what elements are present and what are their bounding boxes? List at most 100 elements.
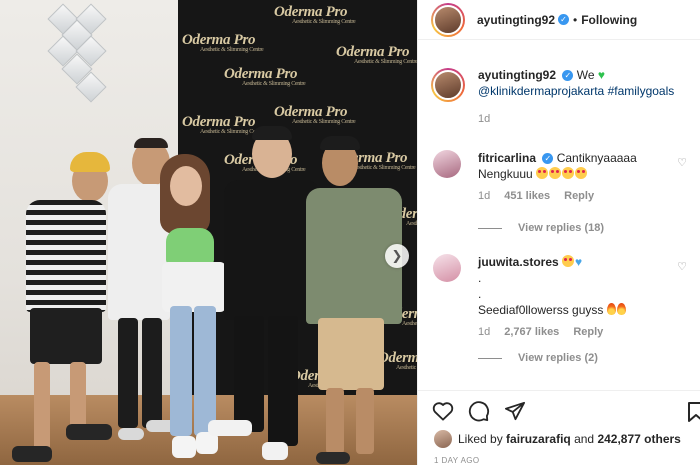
liked-by-prefix: Liked by bbox=[458, 432, 503, 446]
sneaker bbox=[172, 436, 196, 458]
jeans-leg bbox=[194, 306, 216, 436]
leg bbox=[268, 316, 298, 446]
comment-item: juuwita.stores ♥ . . Seediaf0llowerss gu… bbox=[418, 254, 700, 364]
comment-username[interactable]: juuwita.stores bbox=[478, 255, 559, 269]
post-photo[interactable]: Oderma Pro Aesthetic & Slimming Centre Od… bbox=[0, 0, 417, 465]
post-header: ayutingting92 ✓ • Following bbox=[418, 0, 700, 40]
hair bbox=[252, 126, 292, 140]
verified-badge-icon: ✓ bbox=[562, 70, 574, 81]
view-replies-label: View replies (2) bbox=[518, 352, 598, 364]
brand-logo: Oderma ProAesthetic & Slimming Centre bbox=[336, 44, 417, 65]
reply-button[interactable]: Reply bbox=[564, 190, 594, 202]
avatar[interactable] bbox=[433, 150, 461, 178]
comment-likes[interactable]: 2,767 likes bbox=[504, 326, 559, 338]
header-username[interactable]: ayutingting92 bbox=[477, 13, 555, 27]
avatar[interactable] bbox=[433, 254, 461, 282]
like-comment-heart-icon[interactable]: ♡ bbox=[677, 260, 687, 273]
comment-likes[interactable]: 451 likes bbox=[504, 190, 550, 202]
post-caption: ayutingting92 ✓ We ♥ @klinikdermaprojaka… bbox=[418, 41, 700, 136]
comment-line: . bbox=[478, 287, 482, 301]
striped-shirt bbox=[26, 200, 106, 312]
comment-time[interactable]: 1d bbox=[478, 326, 490, 338]
replies-divider bbox=[478, 227, 502, 229]
leg bbox=[142, 318, 162, 428]
caption-text-block: ayutingting92 ✓ We ♥ @klinikdermaprojaka… bbox=[478, 67, 687, 99]
avatar[interactable] bbox=[431, 2, 465, 37]
share-paper-plane-icon[interactable] bbox=[504, 401, 526, 421]
head bbox=[170, 166, 202, 206]
heart-eyes-emoji-icon bbox=[536, 167, 588, 181]
avatar[interactable] bbox=[431, 68, 465, 102]
blue-heart-icon: ♥ bbox=[575, 255, 583, 269]
khaki-shorts bbox=[318, 318, 384, 390]
leg bbox=[118, 318, 138, 428]
avatar-image bbox=[433, 70, 463, 100]
view-replies-button[interactable]: View replies (2) bbox=[478, 352, 687, 364]
liked-others-count[interactable]: 242,877 others bbox=[597, 432, 680, 446]
hair bbox=[320, 136, 360, 150]
like-heart-icon[interactable] bbox=[432, 401, 454, 421]
comment-bubble-icon[interactable] bbox=[468, 400, 490, 422]
hair bbox=[134, 138, 168, 148]
separator-dot: • bbox=[573, 12, 578, 27]
view-replies-button[interactable]: View replies (18) bbox=[478, 222, 687, 234]
likes-summary: Liked by fairuzarafiq and 242,877 others bbox=[418, 422, 700, 448]
comment-text-block: juuwita.stores ♥ . . Seediaf0llowerss gu… bbox=[478, 254, 661, 318]
shorts bbox=[30, 308, 102, 364]
fire-emoji-icon bbox=[606, 303, 627, 317]
chevron-right-icon: ❯ bbox=[391, 248, 403, 263]
comment-text: Seediaf0llowerss guyss bbox=[478, 303, 604, 317]
view-replies-label: View replies (18) bbox=[518, 222, 605, 234]
shoe bbox=[66, 424, 112, 440]
sandal bbox=[118, 428, 144, 440]
sneaker bbox=[262, 442, 288, 460]
sandal bbox=[316, 452, 350, 464]
green-top bbox=[166, 228, 214, 264]
shoe bbox=[12, 446, 52, 462]
brand-logo: Oderma ProAesthetic & Slimming Centre bbox=[182, 32, 264, 53]
comment-item: fitricarlina ✓ Cantiknyaaaaa Nengkuuu 1d… bbox=[418, 150, 700, 234]
comment-time[interactable]: 1d bbox=[478, 190, 490, 202]
next-photo-button[interactable]: ❯ bbox=[385, 244, 409, 268]
leg bbox=[356, 388, 374, 454]
comment-meta: 1d 2,767 likes Reply bbox=[478, 326, 687, 338]
sneaker bbox=[208, 420, 252, 436]
action-icons bbox=[418, 391, 700, 422]
replies-divider bbox=[478, 357, 502, 359]
reply-button[interactable]: Reply bbox=[573, 326, 603, 338]
caption-tags-link[interactable]: @klinikdermaprojakarta #familygoals bbox=[478, 84, 674, 98]
verified-badge-icon: ✓ bbox=[558, 14, 570, 25]
comment-text-block: fitricarlina ✓ Cantiknyaaaaa Nengkuuu bbox=[478, 150, 661, 182]
caption-text: We bbox=[576, 68, 595, 82]
post-actions: Liked by fairuzarafiq and 242,877 others… bbox=[418, 390, 700, 465]
post-sidebar: ayutingting92 ✓ • Following ayutingting9… bbox=[417, 0, 700, 465]
leg bbox=[70, 362, 86, 432]
tied-shirt bbox=[162, 262, 226, 312]
follow-status-button[interactable]: Following bbox=[581, 13, 637, 27]
comment-meta: 1d 451 likes Reply bbox=[478, 190, 687, 202]
avatar-image bbox=[433, 4, 463, 35]
brand-logo: Oderma ProAesthetic & Slimming Centre bbox=[274, 4, 356, 25]
post-timestamp[interactable]: 1 DAY AGO bbox=[418, 448, 700, 465]
beanie bbox=[70, 152, 110, 172]
jeans-leg bbox=[170, 306, 192, 436]
leg bbox=[326, 388, 344, 454]
comment-username[interactable]: fitricarlina bbox=[478, 151, 536, 165]
leg bbox=[234, 316, 264, 432]
caption-username[interactable]: ayutingting92 bbox=[478, 68, 556, 82]
like-comment-heart-icon[interactable]: ♡ bbox=[677, 156, 687, 169]
brand-logo: Oderma ProAesthetic & Slimming Centre bbox=[224, 66, 306, 87]
comments-list[interactable]: ayutingting92 ✓ We ♥ @klinikdermaprojaka… bbox=[418, 41, 700, 390]
comment-line: . bbox=[478, 271, 482, 285]
caption-time[interactable]: 1d bbox=[478, 113, 687, 125]
star-eyes-emoji-icon bbox=[562, 255, 575, 269]
green-heart-icon: ♥ bbox=[597, 68, 605, 82]
brand-logo: Oderma ProAesthetic & Slimming Centre bbox=[182, 114, 264, 135]
brand-logo: Oderma ProAesthetic & Slimming Centre bbox=[274, 104, 356, 125]
liker-username[interactable]: fairuzarafiq bbox=[506, 432, 571, 446]
liked-and: and bbox=[574, 432, 595, 446]
verified-badge-icon: ✓ bbox=[542, 153, 554, 164]
save-bookmark-icon[interactable] bbox=[687, 401, 700, 423]
leg bbox=[34, 362, 50, 450]
liker-avatar[interactable] bbox=[434, 430, 452, 448]
